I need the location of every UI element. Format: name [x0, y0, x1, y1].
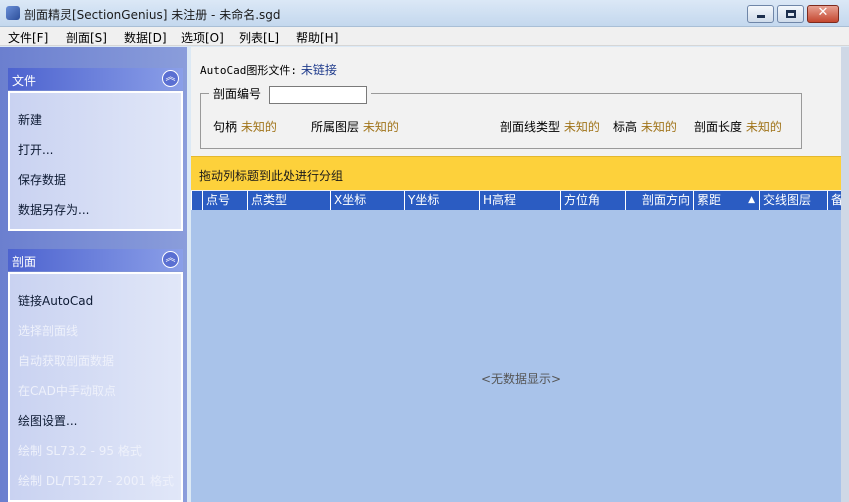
maximize-button[interactable]: [777, 5, 804, 23]
minimize-icon: [757, 15, 765, 18]
task-draw-dlt5127: 绘制 DL/T5127 - 2001 格式: [18, 474, 174, 488]
task-manual-pick-points: 在CAD中手动取点: [18, 384, 116, 398]
column-header-azimuth[interactable]: 方位角: [560, 191, 625, 210]
column-header-h[interactable]: H高程: [479, 191, 560, 210]
task-open[interactable]: 打开...: [18, 141, 53, 158]
task-save[interactable]: 保存数据: [18, 171, 66, 188]
task-drawing-settings[interactable]: 绘图设置...: [18, 412, 77, 429]
app-icon: [6, 6, 20, 20]
length-value: 未知的: [745, 120, 782, 134]
elevation-label: 标高: [613, 120, 638, 134]
collapse-icon[interactable]: ︽: [162, 251, 179, 268]
column-header-point-no[interactable]: 点号: [202, 191, 247, 210]
layer-label: 所属图层: [311, 120, 360, 134]
file-group-header[interactable]: 文件 ︽: [8, 68, 183, 90]
row-indicator-header: [191, 191, 202, 210]
linetype-value: 未知的: [563, 120, 600, 134]
section-group-title: 剖面: [12, 255, 37, 269]
grid-header: 点号 点类型 X坐标 Y坐标 H高程 方位角 剖面方向 累距 ▲ 交线图层 备: [191, 191, 841, 210]
handle-value: 未知的: [240, 120, 277, 134]
task-new[interactable]: 新建: [18, 111, 42, 128]
layer-info: 所属图层 未知的: [311, 118, 399, 135]
menu-file[interactable]: 文件[F]: [8, 29, 48, 46]
menu-options[interactable]: 选项[O]: [181, 29, 224, 46]
file-group-panel: 新建 打开... 保存数据 数据另存为...: [8, 91, 183, 231]
linetype-label: 剖面线类型: [500, 120, 561, 134]
column-header-x[interactable]: X坐标: [330, 191, 404, 210]
menu-data[interactable]: 数据[D]: [124, 29, 167, 46]
main-panel: AutoCad图形文件: 未链接 剖面编号 句柄 未知的 所属图层 未知的 剖面…: [191, 47, 841, 502]
grid-body[interactable]: <无数据显示>: [191, 210, 841, 502]
group-by-panel[interactable]: 拖动列标题到此处进行分组: [191, 156, 841, 190]
maximize-icon: [786, 10, 796, 18]
menu-bar: 文件[F] 剖面[S] 数据[D] 选项[O] 列表[L] 帮助[H]: [0, 27, 849, 46]
section-group-panel: 链接AutoCad 选择剖面线 自动获取剖面数据 在CAD中手动取点 绘图设置.…: [8, 272, 183, 502]
cumulative-label: 累距: [697, 193, 722, 207]
task-save-as[interactable]: 数据另存为...: [18, 201, 89, 218]
task-auto-fetch-data: 自动获取剖面数据: [18, 354, 115, 368]
column-header-remark[interactable]: 备: [827, 191, 841, 210]
empty-grid-message: <无数据显示>: [480, 372, 562, 386]
menu-help[interactable]: 帮助[H]: [296, 29, 338, 46]
group-by-hint: 拖动列标题到此处进行分组: [199, 169, 344, 183]
task-select-section-line: 选择剖面线: [18, 324, 79, 338]
menu-section[interactable]: 剖面[S]: [66, 29, 107, 46]
window-edge: [841, 47, 849, 502]
column-header-point-type[interactable]: 点类型: [247, 191, 330, 210]
file-group-title: 文件: [12, 74, 37, 88]
length-label: 剖面长度: [694, 120, 743, 134]
close-button[interactable]: ✕: [807, 5, 839, 23]
elevation-value: 未知的: [640, 120, 677, 134]
section-group-header[interactable]: 剖面 ︽: [8, 249, 183, 271]
section-number-label: 剖面编号: [213, 87, 262, 101]
section-number-legend: 剖面编号: [209, 85, 371, 104]
handle-label: 句柄: [213, 120, 238, 134]
cad-file-status: AutoCad图形文件: 未链接: [200, 61, 337, 78]
task-draw-sl73: 绘制 SL73.2 - 95 格式: [18, 444, 142, 458]
close-icon: ✕: [817, 5, 829, 20]
cad-file-label: AutoCad图形文件:: [200, 64, 297, 77]
elevation-info: 标高 未知的: [613, 118, 677, 135]
column-header-y[interactable]: Y坐标: [404, 191, 479, 210]
task-link-autocad[interactable]: 链接AutoCad: [18, 292, 93, 309]
title-bar: 剖面精灵[SectionGenius] 未注册 - 未命名.sgd ✕: [0, 0, 849, 27]
section-number-input[interactable]: [268, 85, 367, 104]
linetype-info: 剖面线类型 未知的: [500, 118, 600, 135]
handle-info: 句柄 未知的: [213, 118, 277, 135]
length-info: 剖面长度 未知的: [694, 118, 782, 135]
layer-value: 未知的: [362, 120, 399, 134]
column-header-intersect-layer[interactable]: 交线图层: [759, 191, 827, 210]
sort-ascending-icon: ▲: [748, 195, 755, 205]
cad-file-value: 未链接: [300, 63, 337, 77]
minimize-button[interactable]: [747, 5, 774, 23]
column-header-cumulative[interactable]: 累距 ▲: [693, 191, 759, 210]
collapse-icon[interactable]: ︽: [162, 70, 179, 87]
section-info-group: 剖面编号 句柄 未知的 所属图层 未知的 剖面线类型 未知的 标高 未知的 剖面…: [200, 85, 802, 149]
menu-list[interactable]: 列表[L]: [239, 29, 279, 46]
window-title: 剖面精灵[SectionGenius] 未注册 - 未命名.sgd: [24, 8, 281, 22]
task-sidebar: 文件 ︽ 新建 打开... 保存数据 数据另存为... 剖面 ︽ 链接AutoC…: [0, 47, 187, 502]
column-header-direction[interactable]: 剖面方向: [625, 191, 693, 210]
